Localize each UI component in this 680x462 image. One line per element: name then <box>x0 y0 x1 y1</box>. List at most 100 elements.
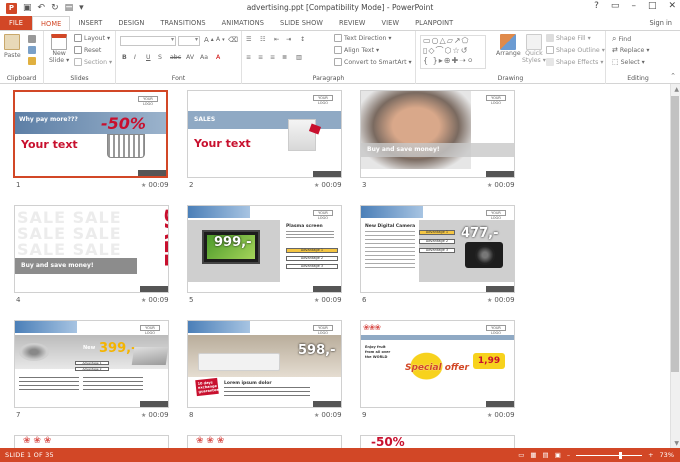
find-button[interactable]: ⌕ Find <box>612 34 631 44</box>
start-slideshow-icon[interactable]: ▤ <box>65 3 74 13</box>
zoom-level[interactable]: 73% <box>660 451 674 459</box>
convert-smartart-button[interactable]: Convert to SmartArt ▾ <box>334 58 412 66</box>
numbering-icon[interactable]: ☷ <box>260 36 266 43</box>
zoom-slider-thumb[interactable] <box>619 451 623 459</box>
slide-thumbnail-11[interactable]: ❀ ❀ ❀ <box>187 435 342 448</box>
strikethrough-icon[interactable]: abc <box>170 54 181 61</box>
help-icon[interactable]: ? <box>594 1 599 11</box>
char-spacing-icon[interactable]: AV <box>186 54 194 61</box>
shadow-icon[interactable]: S <box>158 54 162 61</box>
slide-sorter-view-icon[interactable]: ▦ <box>530 451 536 459</box>
slide-thumbnail-8[interactable]: YOUR LOGO 598,- 10 days exchange guarant… <box>187 320 342 408</box>
slide-thumbnail-7[interactable]: YOUR LOGO New 399,- Advantage 1 Advantag… <box>14 320 169 408</box>
slide-thumbnail-4[interactable]: SALE SALE SALE SALE SALE SALE Buy and save… <box>14 205 169 293</box>
reading-view-icon[interactable]: ▤ <box>543 451 549 459</box>
copy-icon[interactable] <box>28 46 36 54</box>
slide-timing: ★ 00:09 <box>487 296 515 304</box>
slide-thumbnail-5[interactable]: YOUR LOGO 999,- Plasma screen Advantage … <box>187 205 342 293</box>
zoom-out-icon[interactable]: – <box>567 451 570 459</box>
customize-qat-icon[interactable]: ▾ <box>79 3 84 13</box>
quick-styles-button[interactable]: Quick Styles ▾ <box>522 34 546 64</box>
redo-icon[interactable]: ↻ <box>51 3 59 13</box>
minimize-button[interactable]: – <box>631 1 636 11</box>
replace-button[interactable]: ⇄ Replace ▾ <box>612 46 649 54</box>
align-left-icon[interactable]: ≡ <box>246 54 251 61</box>
decrease-indent-icon[interactable]: ⇤ <box>274 36 279 43</box>
slide-thumbnail-3[interactable]: YOUR LOGO Buy and save money! <box>360 90 515 178</box>
slide-thumbnail-2[interactable]: YOUR LOGO SALES Your text <box>187 90 342 178</box>
clear-format-icon[interactable]: ⌫ <box>228 36 238 44</box>
tab-file[interactable]: FILE <box>0 16 32 30</box>
tab-insert[interactable]: INSERT <box>70 16 110 30</box>
new-slide-button[interactable]: New Slide ▾ <box>49 34 69 64</box>
sign-in-link[interactable]: Sign in <box>650 19 673 27</box>
scroll-down-icon[interactable]: ▼ <box>674 440 679 447</box>
shrink-font-icon[interactable]: A ▾ <box>216 36 225 43</box>
shape-outline-button[interactable]: Shape Outline ▾ <box>546 46 605 54</box>
align-center-icon[interactable]: ≡ <box>258 54 263 61</box>
font-size-dropdown[interactable] <box>178 36 200 46</box>
slide-thumbnail-12[interactable]: -50% <box>360 435 515 448</box>
slideshow-view-icon[interactable]: ▣ <box>555 451 561 459</box>
powerpoint-app-icon: P <box>6 2 17 14</box>
line-spacing-icon[interactable]: ↕ <box>300 36 305 43</box>
select-button[interactable]: ⬚ Select ▾ <box>612 58 645 66</box>
flower-decoration: ❀ ❀ ❀ <box>23 436 52 446</box>
underline-icon[interactable]: U <box>146 54 151 61</box>
normal-view-icon[interactable]: ▭ <box>518 451 524 459</box>
font-group-label: Font <box>171 75 186 82</box>
align-right-icon[interactable]: ≡ <box>270 54 275 61</box>
font-name-dropdown[interactable] <box>120 36 176 46</box>
italic-icon[interactable]: I <box>134 54 136 61</box>
arrange-button[interactable]: Arrange <box>496 34 521 57</box>
shape-fill-button[interactable]: Shape Fill ▾ <box>546 34 591 42</box>
bullets-icon[interactable]: ☰ <box>246 36 252 43</box>
tab-slide-show[interactable]: SLIDE SHOW <box>272 16 331 30</box>
tab-home[interactable]: HOME <box>31 16 71 31</box>
increase-indent-icon[interactable]: ⇥ <box>286 36 291 43</box>
undo-icon[interactable]: ↶ <box>38 3 46 13</box>
shape-effects-button[interactable]: Shape Effects ▾ <box>546 58 603 66</box>
justify-icon[interactable]: ≣ <box>282 54 287 61</box>
font-color-icon[interactable]: A <box>216 54 220 61</box>
format-painter-icon[interactable] <box>28 57 36 65</box>
save-icon[interactable]: ▣ <box>23 3 32 13</box>
close-button[interactable]: ✕ <box>668 1 676 11</box>
tab-view[interactable]: VIEW <box>374 16 408 30</box>
slide-price: 477,- <box>461 226 499 241</box>
slide-header-photo <box>188 321 250 333</box>
slide-number: 5 <box>189 296 194 304</box>
slide-thumbnail-1[interactable]: YOUR LOGO Why pay more??? Your text -50% <box>13 90 168 178</box>
tab-transitions[interactable]: TRANSITIONS <box>152 16 213 30</box>
reset-button[interactable]: Reset <box>74 46 101 54</box>
align-text-icon <box>334 46 342 54</box>
sofa-icon <box>198 353 280 371</box>
tab-animations[interactable]: ANIMATIONS <box>214 16 272 30</box>
slide-thumbnail-9[interactable]: YOUR LOGO ❀❀❀ Enjoy fruit from all over … <box>360 320 515 408</box>
text-direction-button[interactable]: Text Direction ▾ <box>334 34 392 42</box>
cut-icon[interactable] <box>28 35 36 43</box>
paste-button[interactable]: Paste <box>4 34 21 59</box>
grow-font-icon[interactable]: A ▴ <box>204 36 214 44</box>
maximize-button[interactable]: □ <box>648 1 657 11</box>
section-button[interactable]: Section ▾ <box>74 58 112 66</box>
change-case-icon[interactable]: Aa <box>200 54 208 61</box>
columns-icon[interactable]: ▥ <box>296 54 302 61</box>
zoom-in-icon[interactable]: + <box>648 451 653 459</box>
scroll-up-icon[interactable]: ▲ <box>674 86 679 93</box>
tab-design[interactable]: DESIGN <box>110 16 152 30</box>
slide-footer-bar <box>313 401 341 407</box>
collapse-ribbon-icon[interactable]: ⌃ <box>670 72 676 80</box>
shapes-gallery[interactable]: ▭○△▱↗⬠ ▯◇⌒⬡☆↺{ }▸⊕✚➝⚪ <box>420 35 486 69</box>
scrollbar-thumb[interactable] <box>671 96 679 372</box>
zoom-slider[interactable] <box>576 451 643 459</box>
tab-review[interactable]: REVIEW <box>331 16 374 30</box>
tab-planpoint[interactable]: PLANPOINT <box>407 16 461 30</box>
slide-thumbnail-6[interactable]: YOUR LOGO New Digital Camera Advantage 1… <box>360 205 515 293</box>
transition-star-icon: ★ <box>487 296 493 304</box>
layout-button[interactable]: Layout ▾ <box>74 34 110 42</box>
align-text-button[interactable]: Align Text ▾ <box>334 46 379 54</box>
bold-icon[interactable]: B <box>122 54 127 61</box>
slide-thumbnail-10[interactable]: ❀ ❀ ❀ <box>14 435 169 448</box>
ribbon-display-icon[interactable]: ▭ <box>611 1 620 11</box>
